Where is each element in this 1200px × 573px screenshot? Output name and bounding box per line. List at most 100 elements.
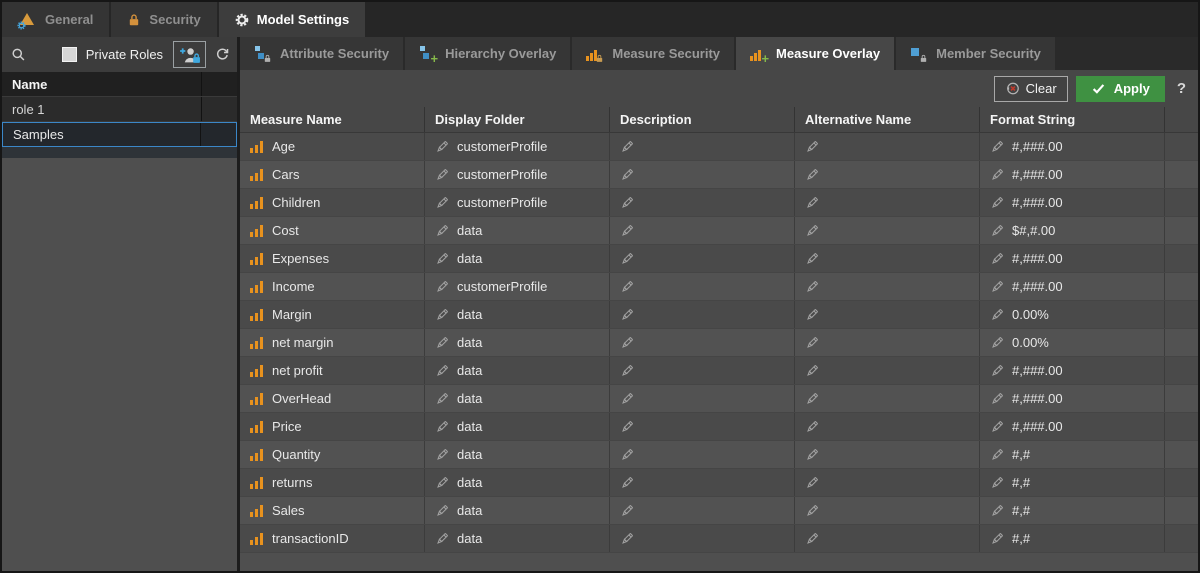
description-cell[interactable] xyxy=(610,329,795,356)
format-string-cell[interactable]: #,# xyxy=(980,497,1165,524)
description-cell[interactable] xyxy=(610,525,795,552)
tab-security[interactable]: Security xyxy=(111,2,218,37)
role-row-samples[interactable]: Samples xyxy=(2,122,237,147)
format-string-cell[interactable]: #,# xyxy=(980,469,1165,496)
alternative-name-cell[interactable] xyxy=(795,469,980,496)
refresh-icon[interactable] xyxy=(215,46,230,63)
table-row[interactable]: Cars customerProfile #,###.00 xyxy=(240,161,1198,189)
table-row[interactable]: Margin data 0.00% xyxy=(240,301,1198,329)
alternative-name-cell[interactable] xyxy=(795,189,980,216)
alternative-name-cell[interactable] xyxy=(795,301,980,328)
display-folder-cell[interactable]: data xyxy=(425,329,610,356)
display-folder-cell[interactable]: data xyxy=(425,357,610,384)
role-row-role1[interactable]: role 1 xyxy=(2,97,237,122)
apply-button[interactable]: Apply xyxy=(1076,76,1165,102)
display-folder-cell[interactable]: customerProfile xyxy=(425,273,610,300)
format-string-cell[interactable]: #,###.00 xyxy=(980,385,1165,412)
display-folder-cell[interactable]: data xyxy=(425,301,610,328)
tab-attribute-security[interactable]: Attribute Security xyxy=(240,37,405,70)
format-string-cell[interactable]: #,###.00 xyxy=(980,133,1165,160)
alternative-name-cell[interactable] xyxy=(795,217,980,244)
description-cell[interactable] xyxy=(610,161,795,188)
overlay-toolbar: Clear Apply ? xyxy=(240,70,1198,107)
alternative-name-cell[interactable] xyxy=(795,245,980,272)
tab-measure-overlay[interactable]: + Measure Overlay xyxy=(736,37,896,70)
format-string-cell[interactable]: 0.00% xyxy=(980,301,1165,328)
column-header-format-string[interactable]: Format String xyxy=(980,107,1165,132)
tab-general[interactable]: General xyxy=(2,2,111,37)
column-header-display-folder[interactable]: Display Folder xyxy=(425,107,610,132)
display-folder-value: customerProfile xyxy=(457,279,547,294)
table-row[interactable]: net margin data 0.00% xyxy=(240,329,1198,357)
description-cell[interactable] xyxy=(610,189,795,216)
table-row[interactable]: OverHead data #,###.00 xyxy=(240,385,1198,413)
tab-model-settings[interactable]: Model Settings xyxy=(219,2,367,37)
alternative-name-cell[interactable] xyxy=(795,329,980,356)
tab-member-security[interactable]: Member Security xyxy=(896,37,1057,70)
display-folder-cell[interactable]: data xyxy=(425,525,610,552)
alternative-name-cell[interactable] xyxy=(795,273,980,300)
format-string-cell[interactable]: #,# xyxy=(980,441,1165,468)
table-row[interactable]: transactionID data #,# xyxy=(240,525,1198,553)
display-folder-cell[interactable]: customerProfile xyxy=(425,133,610,160)
private-roles-checkbox[interactable] xyxy=(62,47,77,62)
table-row[interactable]: Sales data #,# xyxy=(240,497,1198,525)
format-string-cell[interactable]: #,###.00 xyxy=(980,189,1165,216)
format-string-cell[interactable]: #,###.00 xyxy=(980,413,1165,440)
table-row[interactable]: Age customerProfile #,###.00 xyxy=(240,133,1198,161)
column-header-description[interactable]: Description xyxy=(610,107,795,132)
table-row[interactable]: Children customerProfile #,###.00 xyxy=(240,189,1198,217)
alternative-name-cell[interactable] xyxy=(795,413,980,440)
format-string-cell[interactable]: #,###.00 xyxy=(980,273,1165,300)
description-cell[interactable] xyxy=(610,245,795,272)
column-header-alternative-name[interactable]: Alternative Name xyxy=(795,107,980,132)
display-folder-cell[interactable]: data xyxy=(425,245,610,272)
alternative-name-cell[interactable] xyxy=(795,161,980,188)
table-row[interactable]: Expenses data #,###.00 xyxy=(240,245,1198,273)
table-row[interactable]: Cost data $#,#.00 xyxy=(240,217,1198,245)
edit-icon xyxy=(620,224,634,238)
table-row[interactable]: Income customerProfile #,###.00 xyxy=(240,273,1198,301)
tab-hierarchy-overlay[interactable]: + Hierarchy Overlay xyxy=(405,37,572,70)
description-cell[interactable] xyxy=(610,413,795,440)
description-cell[interactable] xyxy=(610,133,795,160)
display-folder-cell[interactable]: data xyxy=(425,217,610,244)
display-folder-cell[interactable]: customerProfile xyxy=(425,189,610,216)
alternative-name-cell[interactable] xyxy=(795,357,980,384)
description-cell[interactable] xyxy=(610,441,795,468)
format-string-cell[interactable]: #,###.00 xyxy=(980,161,1165,188)
display-folder-cell[interactable]: data xyxy=(425,497,610,524)
help-button[interactable]: ? xyxy=(1177,80,1186,97)
clear-button[interactable]: Clear xyxy=(994,76,1068,102)
display-folder-cell[interactable]: data xyxy=(425,413,610,440)
add-role-button[interactable] xyxy=(173,41,206,68)
display-folder-cell[interactable]: data xyxy=(425,469,610,496)
display-folder-cell[interactable]: data xyxy=(425,385,610,412)
display-folder-cell[interactable]: customerProfile xyxy=(425,161,610,188)
alternative-name-cell[interactable] xyxy=(795,497,980,524)
format-string-cell[interactable]: #,# xyxy=(980,525,1165,552)
format-string-cell[interactable]: #,###.00 xyxy=(980,245,1165,272)
format-string-cell[interactable]: $#,#.00 xyxy=(980,217,1165,244)
alternative-name-cell[interactable] xyxy=(795,133,980,160)
column-header-measure-name[interactable]: Measure Name xyxy=(240,107,425,132)
format-string-cell[interactable]: #,###.00 xyxy=(980,357,1165,384)
table-row[interactable]: Price data #,###.00 xyxy=(240,413,1198,441)
description-cell[interactable] xyxy=(610,357,795,384)
search-icon[interactable] xyxy=(11,46,26,63)
description-cell[interactable] xyxy=(610,385,795,412)
table-row[interactable]: Quantity data #,# xyxy=(240,441,1198,469)
description-cell[interactable] xyxy=(610,469,795,496)
alternative-name-cell[interactable] xyxy=(795,385,980,412)
description-cell[interactable] xyxy=(610,301,795,328)
table-row[interactable]: net profit data #,###.00 xyxy=(240,357,1198,385)
alternative-name-cell[interactable] xyxy=(795,441,980,468)
description-cell[interactable] xyxy=(610,217,795,244)
tab-measure-security[interactable]: Measure Security xyxy=(572,37,736,70)
display-folder-cell[interactable]: data xyxy=(425,441,610,468)
format-string-cell[interactable]: 0.00% xyxy=(980,329,1165,356)
description-cell[interactable] xyxy=(610,497,795,524)
table-row[interactable]: returns data #,# xyxy=(240,469,1198,497)
alternative-name-cell[interactable] xyxy=(795,525,980,552)
description-cell[interactable] xyxy=(610,273,795,300)
